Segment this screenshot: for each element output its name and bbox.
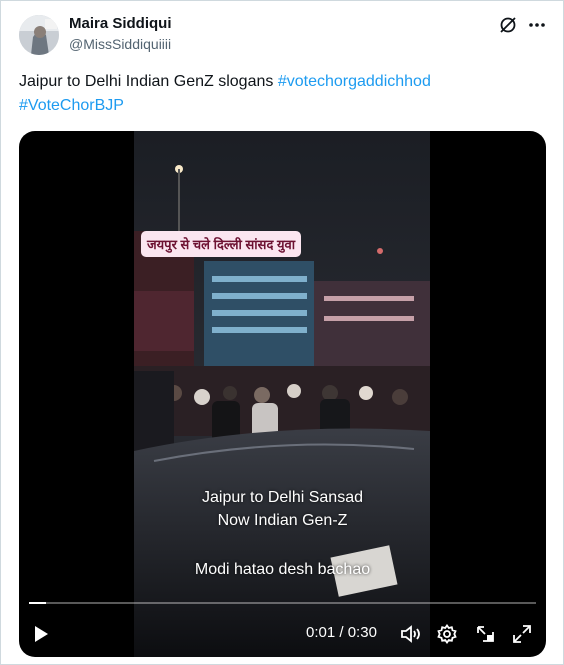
hashtag-link[interactable]: #VoteChorBJP xyxy=(19,97,124,114)
more-options-icon[interactable] xyxy=(527,15,547,35)
tweet-card[interactable]: Maira Siddiqui @MissSiddiquiiii Jaipur t… xyxy=(0,0,564,665)
video-time: 0:01 / 0:30 xyxy=(306,624,377,641)
grok-icon[interactable] xyxy=(498,15,518,35)
video-player[interactable]: जयपुर से चले दिल्ली सांसद युवा Jaipur to… xyxy=(19,131,546,657)
time-separator: / xyxy=(335,624,348,641)
video-caption-line: Modi hatao desh bachao xyxy=(194,561,371,578)
tweet-body: Jaipur to Delhi Indian GenZ slogans xyxy=(19,73,274,90)
avatar[interactable] xyxy=(19,15,59,55)
fullscreen-icon[interactable] xyxy=(512,624,532,649)
video-caption-line: Jaipur to Delhi Sansad xyxy=(202,489,363,506)
hashtag-link[interactable]: #votechorgaddichhod xyxy=(278,73,431,90)
tweet-text: Jaipur to Delhi Indian GenZ slogans #vot… xyxy=(19,70,539,118)
duration: 0:30 xyxy=(347,624,377,641)
video-caption-line: Now Indian Gen-Z xyxy=(217,512,348,529)
progress-fill xyxy=(29,602,46,604)
progress-bar[interactable] xyxy=(29,602,536,604)
author-name[interactable]: Maira Siddiqui xyxy=(69,15,172,32)
play-icon[interactable] xyxy=(33,625,49,648)
picture-in-picture-icon[interactable] xyxy=(475,624,497,649)
settings-gear-icon[interactable] xyxy=(437,623,457,649)
author-handle[interactable]: @MissSiddiquiiii xyxy=(69,36,171,52)
video-overlay-hindi: जयपुर से चले दिल्ली सांसद युवा xyxy=(141,231,302,257)
volume-muted-icon[interactable] xyxy=(400,624,422,649)
current-time: 0:01 xyxy=(306,624,336,641)
